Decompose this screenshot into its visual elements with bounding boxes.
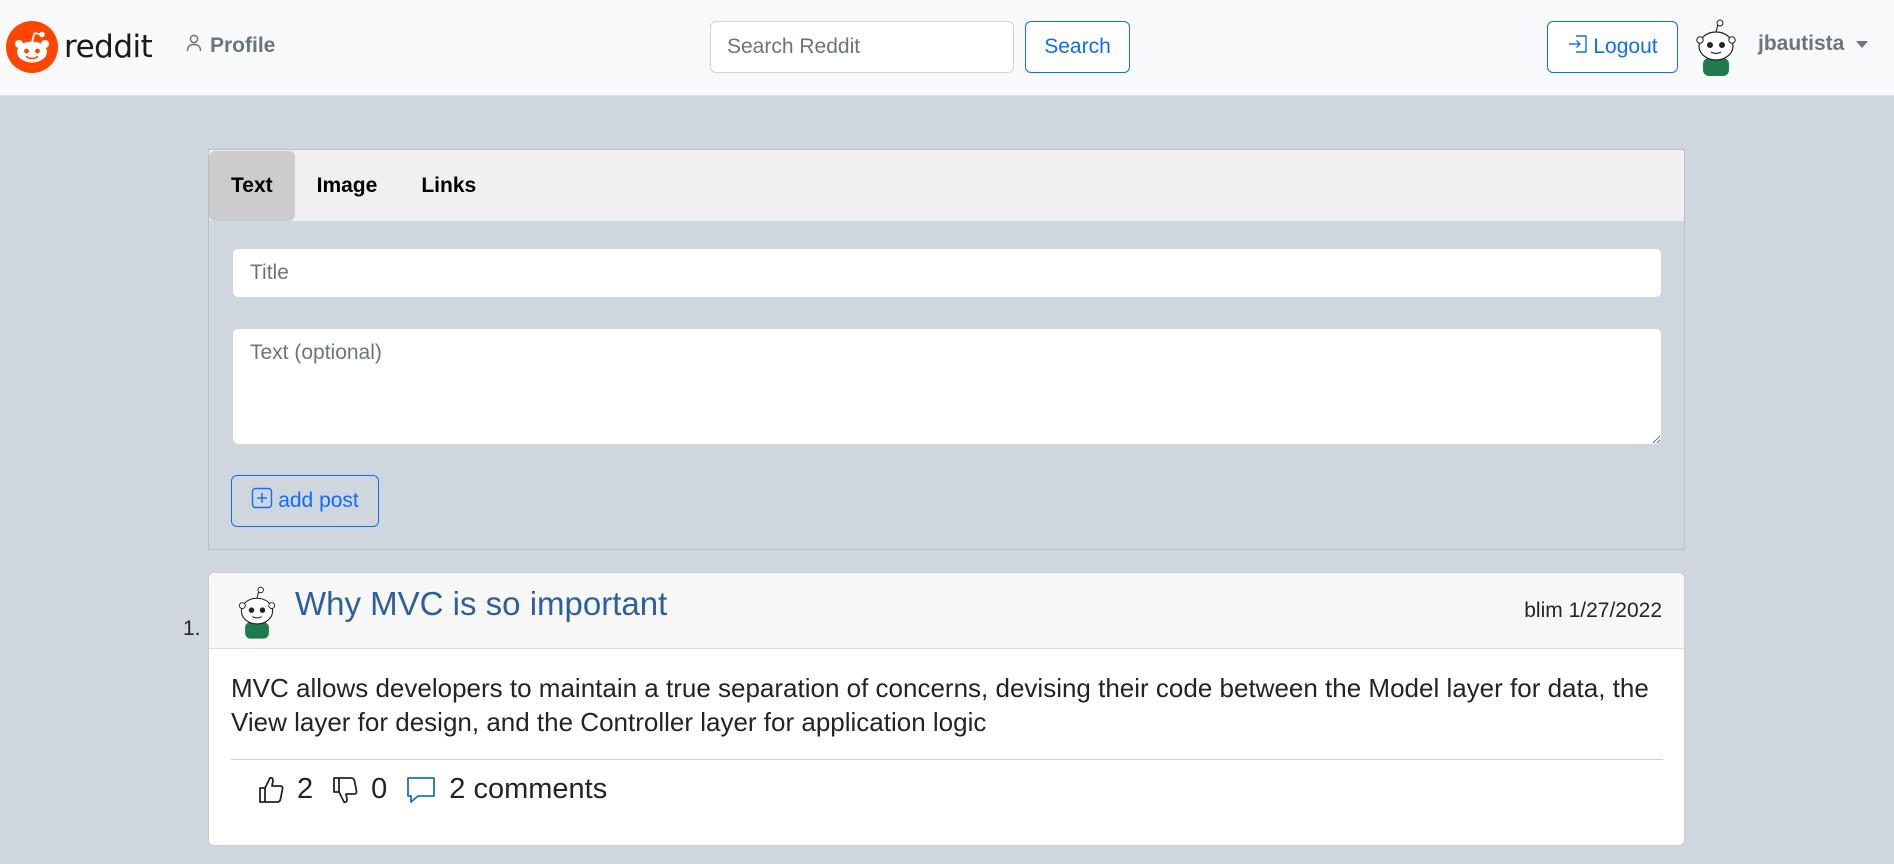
downvote-count: 0 xyxy=(371,773,388,805)
person-icon xyxy=(186,34,210,58)
search-input[interactable] xyxy=(710,21,1014,73)
post-meta: blim 1/27/2022 xyxy=(1524,599,1662,622)
brand-text: reddit xyxy=(64,29,153,65)
tab-links[interactable]: Links xyxy=(399,151,498,221)
nav-profile-link[interactable]: Profile xyxy=(186,34,275,58)
user-avatar[interactable] xyxy=(1692,18,1740,81)
post-title-link[interactable]: Why MVC is so important xyxy=(295,585,667,623)
tab-text[interactable]: Text xyxy=(209,151,295,221)
plus-square-icon xyxy=(251,487,278,515)
reddit-home-link[interactable]: reddit xyxy=(6,20,153,74)
caret-down-icon xyxy=(1856,40,1869,48)
create-post-card: Text Image Links add post xyxy=(208,149,1685,550)
post-body-text: MVC allows developers to maintain a true… xyxy=(231,673,1649,737)
post-actions: 2 0 2 comments xyxy=(257,773,625,806)
comment-icon[interactable] xyxy=(405,775,437,805)
thumbs-up-icon[interactable] xyxy=(257,775,285,805)
post-text-input[interactable] xyxy=(232,328,1662,445)
reddit-logo-icon xyxy=(6,21,58,73)
logout-icon xyxy=(1567,34,1593,60)
logout-label: Logout xyxy=(1593,35,1658,58)
upvote-count: 2 xyxy=(297,773,314,805)
add-post-button[interactable]: add post xyxy=(231,475,379,527)
author-avatar xyxy=(235,585,279,644)
post-list-number: 1. xyxy=(183,617,201,640)
thumbs-down-icon[interactable] xyxy=(331,775,359,805)
add-post-label: add post xyxy=(278,489,359,512)
logout-button[interactable]: Logout xyxy=(1547,21,1678,73)
post-card: Why MVC is so important blim 1/27/2022 M… xyxy=(208,572,1685,846)
user-menu-dropdown[interactable]: jbautista xyxy=(1758,32,1869,56)
comments-link[interactable]: 2 comments xyxy=(449,773,607,806)
post-type-tabs: Text Image Links xyxy=(209,150,1684,222)
post-title-input[interactable] xyxy=(232,248,1662,298)
search-form: Search xyxy=(710,21,1130,73)
top-navbar: reddit Profile Search Logout xyxy=(0,0,1894,96)
nav-profile-label: Profile xyxy=(210,34,276,57)
tab-image[interactable]: Image xyxy=(295,151,400,221)
post-divider xyxy=(231,759,1663,760)
username-label: jbautista xyxy=(1758,32,1845,55)
post-header: Why MVC is so important blim 1/27/2022 xyxy=(209,573,1684,649)
search-button[interactable]: Search xyxy=(1025,21,1130,73)
